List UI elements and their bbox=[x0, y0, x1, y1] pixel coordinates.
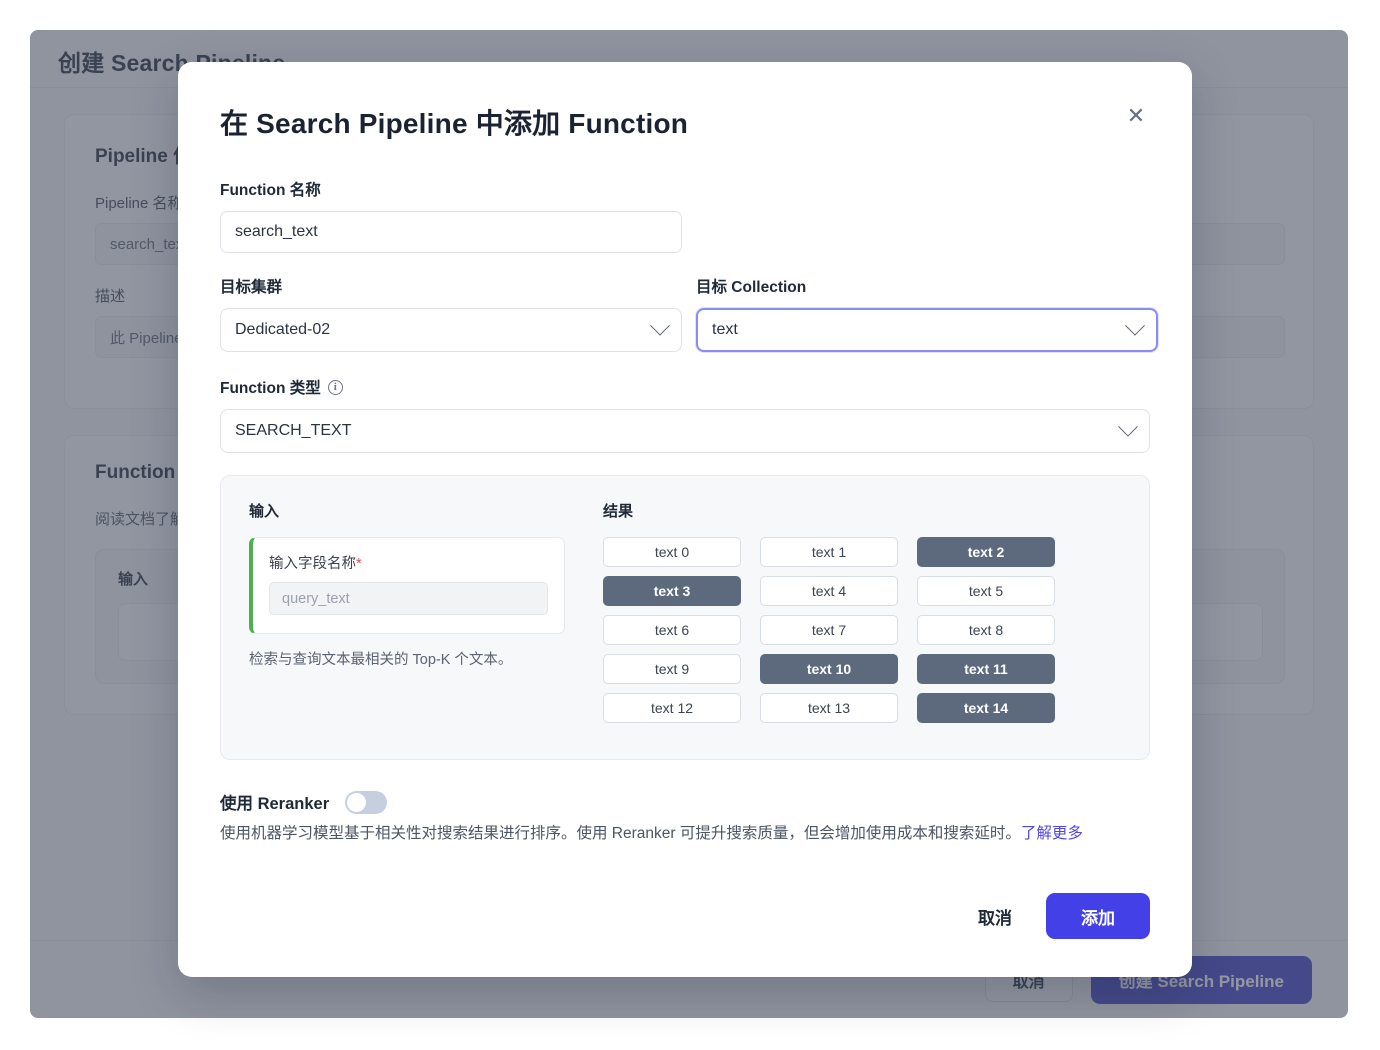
target-cluster-select[interactable]: Dedicated-02 bbox=[220, 308, 682, 352]
required-mark: * bbox=[356, 556, 362, 572]
screen: 创建 Search Pipeline Pipeline 信息 Pipeline … bbox=[0, 0, 1380, 1050]
preview-results-column: 结果 text 0 text 1 text 2 text 3 text 4 text 5t… bbox=[603, 500, 1055, 735]
add-function-dialog: 在 Search Pipeline 中添加 Function ✕ Functio… bbox=[178, 62, 1192, 977]
chevron-down-icon bbox=[650, 315, 670, 336]
chevron-down-icon bbox=[1118, 416, 1138, 437]
reranker-toggle-knob bbox=[347, 792, 367, 812]
input-field-label: 输入字段名称* bbox=[269, 552, 548, 573]
result-chip[interactable]: text 6 bbox=[603, 615, 741, 645]
input-note: 检索与查询文本最相关的 Top-K 个文本。 bbox=[249, 652, 513, 668]
target-collection-value: text bbox=[712, 321, 738, 338]
reranker-description: 使用机器学习模型基于相关性对搜索结果进行排序。使用 Reranker 可提升搜索… bbox=[220, 823, 1150, 845]
dialog-footer: 取消 添加 bbox=[978, 893, 1150, 939]
result-chip[interactable]: text 11 bbox=[917, 654, 1055, 684]
reranker-title: 使用 Reranker bbox=[220, 795, 330, 813]
input-field-card: 输入字段名称* query_text bbox=[249, 537, 565, 634]
target-row: 目标集群 Dedicated-02 目标 Collection text bbox=[220, 275, 1158, 352]
results-grid: text 0 text 1 text 2 text 3 text 4 text 5 text… bbox=[603, 537, 1055, 723]
cancel-button[interactable]: 取消 bbox=[978, 904, 1012, 929]
function-type-value: SEARCH_TEXT bbox=[235, 422, 352, 439]
target-collection-select[interactable]: text bbox=[696, 308, 1158, 352]
info-icon[interactable]: i bbox=[327, 379, 343, 395]
function-type-label: Function 类型 i bbox=[220, 376, 1150, 398]
dialog-title: 在 Search Pipeline 中添加 Function bbox=[220, 108, 689, 139]
result-chip[interactable]: text 5 bbox=[917, 576, 1055, 606]
result-chip[interactable]: text 2 bbox=[917, 537, 1055, 567]
target-cluster-label: 目标集群 bbox=[220, 279, 283, 296]
result-chip[interactable]: text 13 bbox=[760, 693, 898, 723]
learn-more-link[interactable]: 了解更多 bbox=[1021, 825, 1083, 842]
function-type-group: Function 类型 i SEARCH_TEXT bbox=[220, 376, 1150, 453]
reranker-section: 使用 Reranker 使用机器学习模型基于相关性对搜索结果进行排序。使用 Re… bbox=[220, 790, 1150, 845]
preview-results-label: 结果 bbox=[603, 503, 634, 520]
function-type-select[interactable]: SEARCH_TEXT bbox=[220, 409, 1150, 453]
result-chip[interactable]: text 7 bbox=[760, 615, 898, 645]
input-field-input[interactable]: query_text bbox=[269, 582, 548, 615]
result-chip[interactable]: text 4 bbox=[760, 576, 898, 606]
reranker-description-text: 使用机器学习模型基于相关性对搜索结果进行排序。使用 Reranker 可提升搜索… bbox=[220, 825, 1021, 842]
input-field-label-text: 输入字段名称 bbox=[269, 556, 356, 572]
result-chip[interactable]: text 1 bbox=[760, 537, 898, 567]
target-collection-group: 目标 Collection text bbox=[696, 275, 1158, 352]
result-chip[interactable]: text 3 bbox=[603, 576, 741, 606]
function-type-label-text: Function 类型 bbox=[220, 380, 321, 397]
reranker-toggle[interactable] bbox=[345, 790, 388, 814]
target-collection-label: 目标 Collection bbox=[696, 279, 807, 296]
preview-input-column: 输入 输入字段名称* query_text 检索与查询文本最相关的 Top-K … bbox=[249, 500, 565, 735]
function-name-input[interactable]: search_text bbox=[220, 211, 682, 253]
target-cluster-group: 目标集群 Dedicated-02 bbox=[220, 275, 682, 352]
result-chip[interactable]: text 10 bbox=[760, 654, 898, 684]
result-chip[interactable]: text 14 bbox=[917, 693, 1055, 723]
dialog-header: 在 Search Pipeline 中添加 Function ✕ bbox=[220, 102, 1150, 142]
result-chip[interactable]: text 0 bbox=[603, 537, 741, 567]
function-name-label: Function 名称 bbox=[220, 182, 321, 199]
result-chip[interactable]: text 8 bbox=[917, 615, 1055, 645]
preview-input-label: 输入 bbox=[249, 503, 280, 520]
function-preview-panel: 输入 输入字段名称* query_text 检索与查询文本最相关的 Top-K … bbox=[220, 475, 1150, 760]
chevron-down-icon bbox=[1125, 315, 1145, 336]
close-icon[interactable]: ✕ bbox=[1122, 102, 1150, 130]
result-chip[interactable]: text 9 bbox=[603, 654, 741, 684]
function-name-group: Function 名称 search_text bbox=[220, 178, 1150, 253]
result-chip[interactable]: text 12 bbox=[603, 693, 741, 723]
reranker-header: 使用 Reranker bbox=[220, 790, 1150, 814]
target-cluster-value: Dedicated-02 bbox=[235, 321, 331, 338]
add-button[interactable]: 添加 bbox=[1046, 893, 1150, 939]
